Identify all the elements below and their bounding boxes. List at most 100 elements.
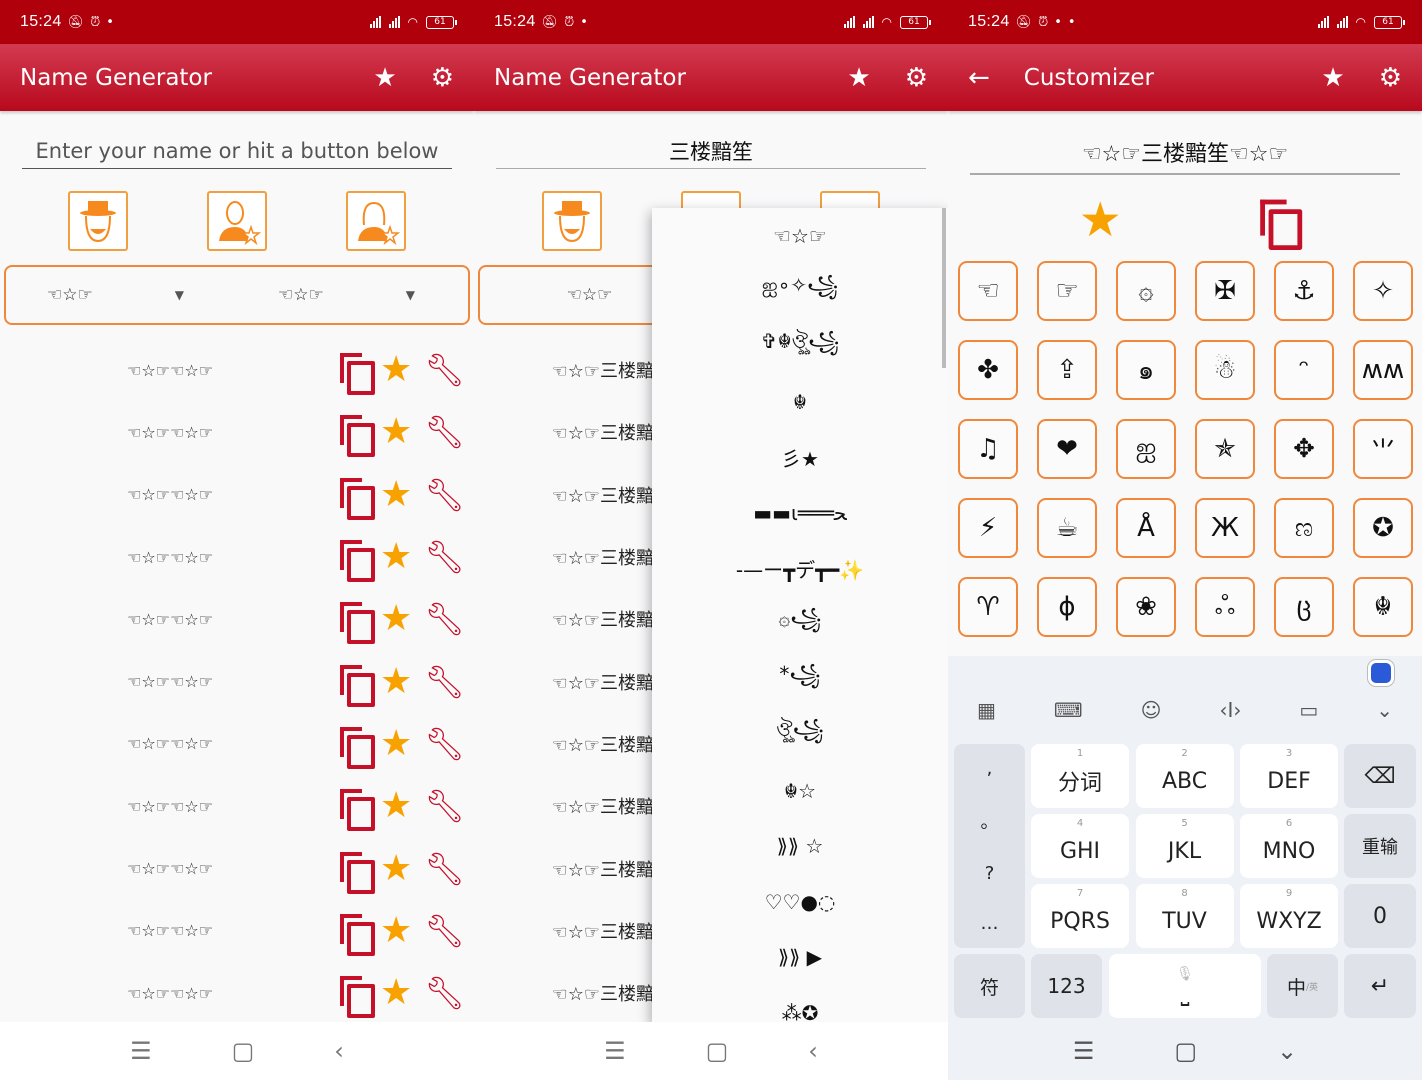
symbol-button[interactable]: ✤ [958,340,1018,400]
symbol-button[interactable]: ☕ [1037,498,1097,558]
numbers-key[interactable]: 123 [1031,954,1102,1018]
copy-icon[interactable] [340,602,375,645]
customize-wrench-icon[interactable]: 🔧︎ [424,787,465,825]
keyboard-icon[interactable]: ⌨ [1054,698,1083,722]
favorite-star-icon[interactable]: ★ [380,601,412,637]
key-7[interactable]: 7 PQRS [1031,884,1129,948]
symbol-button[interactable]: ஃ [1195,577,1255,637]
home-icon[interactable]: ▢ [232,1037,255,1065]
favorite-star-icon[interactable]: ★ [380,725,412,762]
symbol-button[interactable]: ❤ [1037,419,1097,479]
customize-wrench-icon[interactable]: 🔧︎ [424,413,465,451]
symbol-button[interactable]: ✧ [1353,261,1413,321]
period-key[interactable]: 。 [981,808,999,834]
generated-name-row[interactable]: ☜☆☞☜☆☞ ★ 🔧︎ [0,713,474,775]
copy-icon[interactable] [340,851,375,894]
symbol-button[interactable]: ც [1274,577,1334,637]
dropdown-option[interactable]: ঔৣ꧁ [652,708,948,764]
symbol-button[interactable]: ⇪ [1037,340,1097,400]
female-name-button[interactable] [346,191,407,251]
zero-key[interactable]: 0 [1344,884,1416,948]
key-8[interactable]: 8 TUV [1135,884,1234,948]
favorite-star-icon[interactable]: ★ [380,414,412,450]
symbol-button[interactable]: ᵔ [1274,340,1334,400]
recents-icon[interactable]: ☰ [604,1037,626,1065]
space-key[interactable]: 🎙︎ ⎵ [1109,954,1261,1018]
question-key[interactable]: ? [985,863,995,884]
dropdown-option[interactable]: *꧁ [652,652,948,708]
cursor-icon[interactable]: ‹I› [1219,698,1241,722]
key-5[interactable]: 5 JKL [1135,814,1234,878]
symbol-button[interactable]: ❀ [1116,577,1176,637]
recents-icon[interactable]: ☰ [1073,1037,1095,1065]
customize-wrench-icon[interactable]: 🔧︎ [424,725,465,763]
symbol-button[interactable]: ಣ [1274,498,1334,558]
customize-wrench-icon[interactable]: 🔧︎ [424,538,465,576]
collapse-icon[interactable]: ⌄ [1376,698,1393,722]
dropdown-option[interactable]: ۞꧁ [652,597,948,653]
generated-name-row[interactable]: ☜☆☞☜☆☞ ★ 🔧︎ [0,900,474,962]
customize-wrench-icon[interactable]: 🔧︎ [424,351,465,389]
language-key[interactable]: 中/英 [1267,954,1338,1018]
key-3[interactable]: 3 DEF [1240,744,1338,808]
favorites-star-icon[interactable]: ★ [373,63,396,93]
favorite-star-icon[interactable]: ★ [380,663,412,700]
key-1[interactable]: 1 分词 [1031,744,1129,808]
home-icon[interactable]: ▢ [1174,1037,1197,1065]
dropdown-option[interactable]: ⟫⟫ ☆ [652,819,948,875]
favorite-star-icon[interactable]: ★ [380,850,412,887]
symbol-button[interactable]: ⚓ [1274,261,1334,321]
symbol-button[interactable]: ✯ [1195,419,1255,479]
home-icon[interactable]: ▢ [706,1037,729,1065]
symbol-button[interactable]: ♈ [958,577,1018,637]
customize-wrench-icon[interactable]: 🔧︎ [424,850,465,888]
symbol-button[interactable]: ☃ [1195,340,1255,400]
favorites-star-icon[interactable]: ★ [847,63,870,93]
customize-wrench-icon[interactable]: 🔧︎ [424,663,465,701]
symbol-button[interactable]: ⚡ [958,498,1018,558]
copy-icon[interactable] [340,913,375,956]
name-input[interactable]: Enter your name or hit a button below [22,133,452,169]
symbol-button[interactable]: ۞ [1116,261,1176,321]
generated-name-row[interactable]: ☜☆☞☜☆☞ ★ 🔧︎ [0,526,474,588]
settings-gear-icon[interactable]: ⚙ [1379,63,1402,93]
comma-key[interactable]: , [987,758,993,779]
copy-icon[interactable] [340,477,375,520]
keyboard-mascot-icon[interactable] [1368,660,1394,686]
dropdown-option[interactable]: ☬ [652,375,948,431]
dropdown-option[interactable]: ▬▬ι═══ﺤ [652,486,948,542]
punctuation-column[interactable]: , 。 ? … [954,744,1025,948]
symbol-button[interactable]: ஐ [1116,419,1176,479]
symbol-button[interactable]: ♫ [958,419,1018,479]
symbol-button[interactable]: Ж [1195,498,1255,558]
customize-wrench-icon[interactable]: 🔧︎ [424,912,465,950]
generated-name-row[interactable]: ☜☆☞☜☆☞ ★ 🔧︎ [0,339,474,401]
copy-icon[interactable] [340,726,375,769]
symbol-button[interactable]: ✪ [1353,498,1413,558]
favorite-star-icon[interactable]: ★ [380,912,412,949]
generated-name-row[interactable]: ☜☆☞☜☆☞ ★ 🔧︎ [0,650,474,712]
dropdown-scrollbar[interactable] [942,208,946,368]
symbol-button[interactable]: ☜ [958,261,1018,321]
enter-key[interactable]: ↵ [1344,954,1416,1018]
symbol-button[interactable]: ๑ [1116,340,1176,400]
settings-gear-icon[interactable]: ⚙ [431,63,454,93]
left-decoration-select[interactable]: ☜☆☞ ▼ [6,285,237,305]
key-4[interactable]: 4 GHI [1031,814,1129,878]
dropdown-option[interactable]: ♡♡●◌ [652,874,948,930]
generated-name-row[interactable]: ☜☆☞☜☆☞ ★ 🔧︎ [0,775,474,837]
backspace-key[interactable]: ⌫ [1344,744,1416,808]
symbol-button[interactable]: ⺌ [1353,419,1413,479]
favorite-star-icon[interactable]: ★ [380,476,412,513]
favorite-star-icon[interactable]: ★ [380,788,412,824]
settings-gear-icon[interactable]: ⚙ [905,63,928,93]
favorite-star-icon[interactable]: ★ [380,539,412,575]
customize-wrench-icon[interactable]: 🔧︎ [424,476,465,514]
symbol-button[interactable]: ✠ [1195,261,1255,321]
back-icon[interactable]: ‹ [808,1037,818,1065]
generated-name-row[interactable]: ☜☆☞☜☆☞ ★ 🔧︎ [0,464,474,526]
symbol-button[interactable]: Å [1116,498,1176,558]
favorite-star-icon[interactable]: ★ [380,352,412,388]
generated-name-row[interactable]: ☜☆☞☜☆☞ ★ 🔧︎ [0,962,474,1024]
symbol-button[interactable]: ☞ [1037,261,1097,321]
